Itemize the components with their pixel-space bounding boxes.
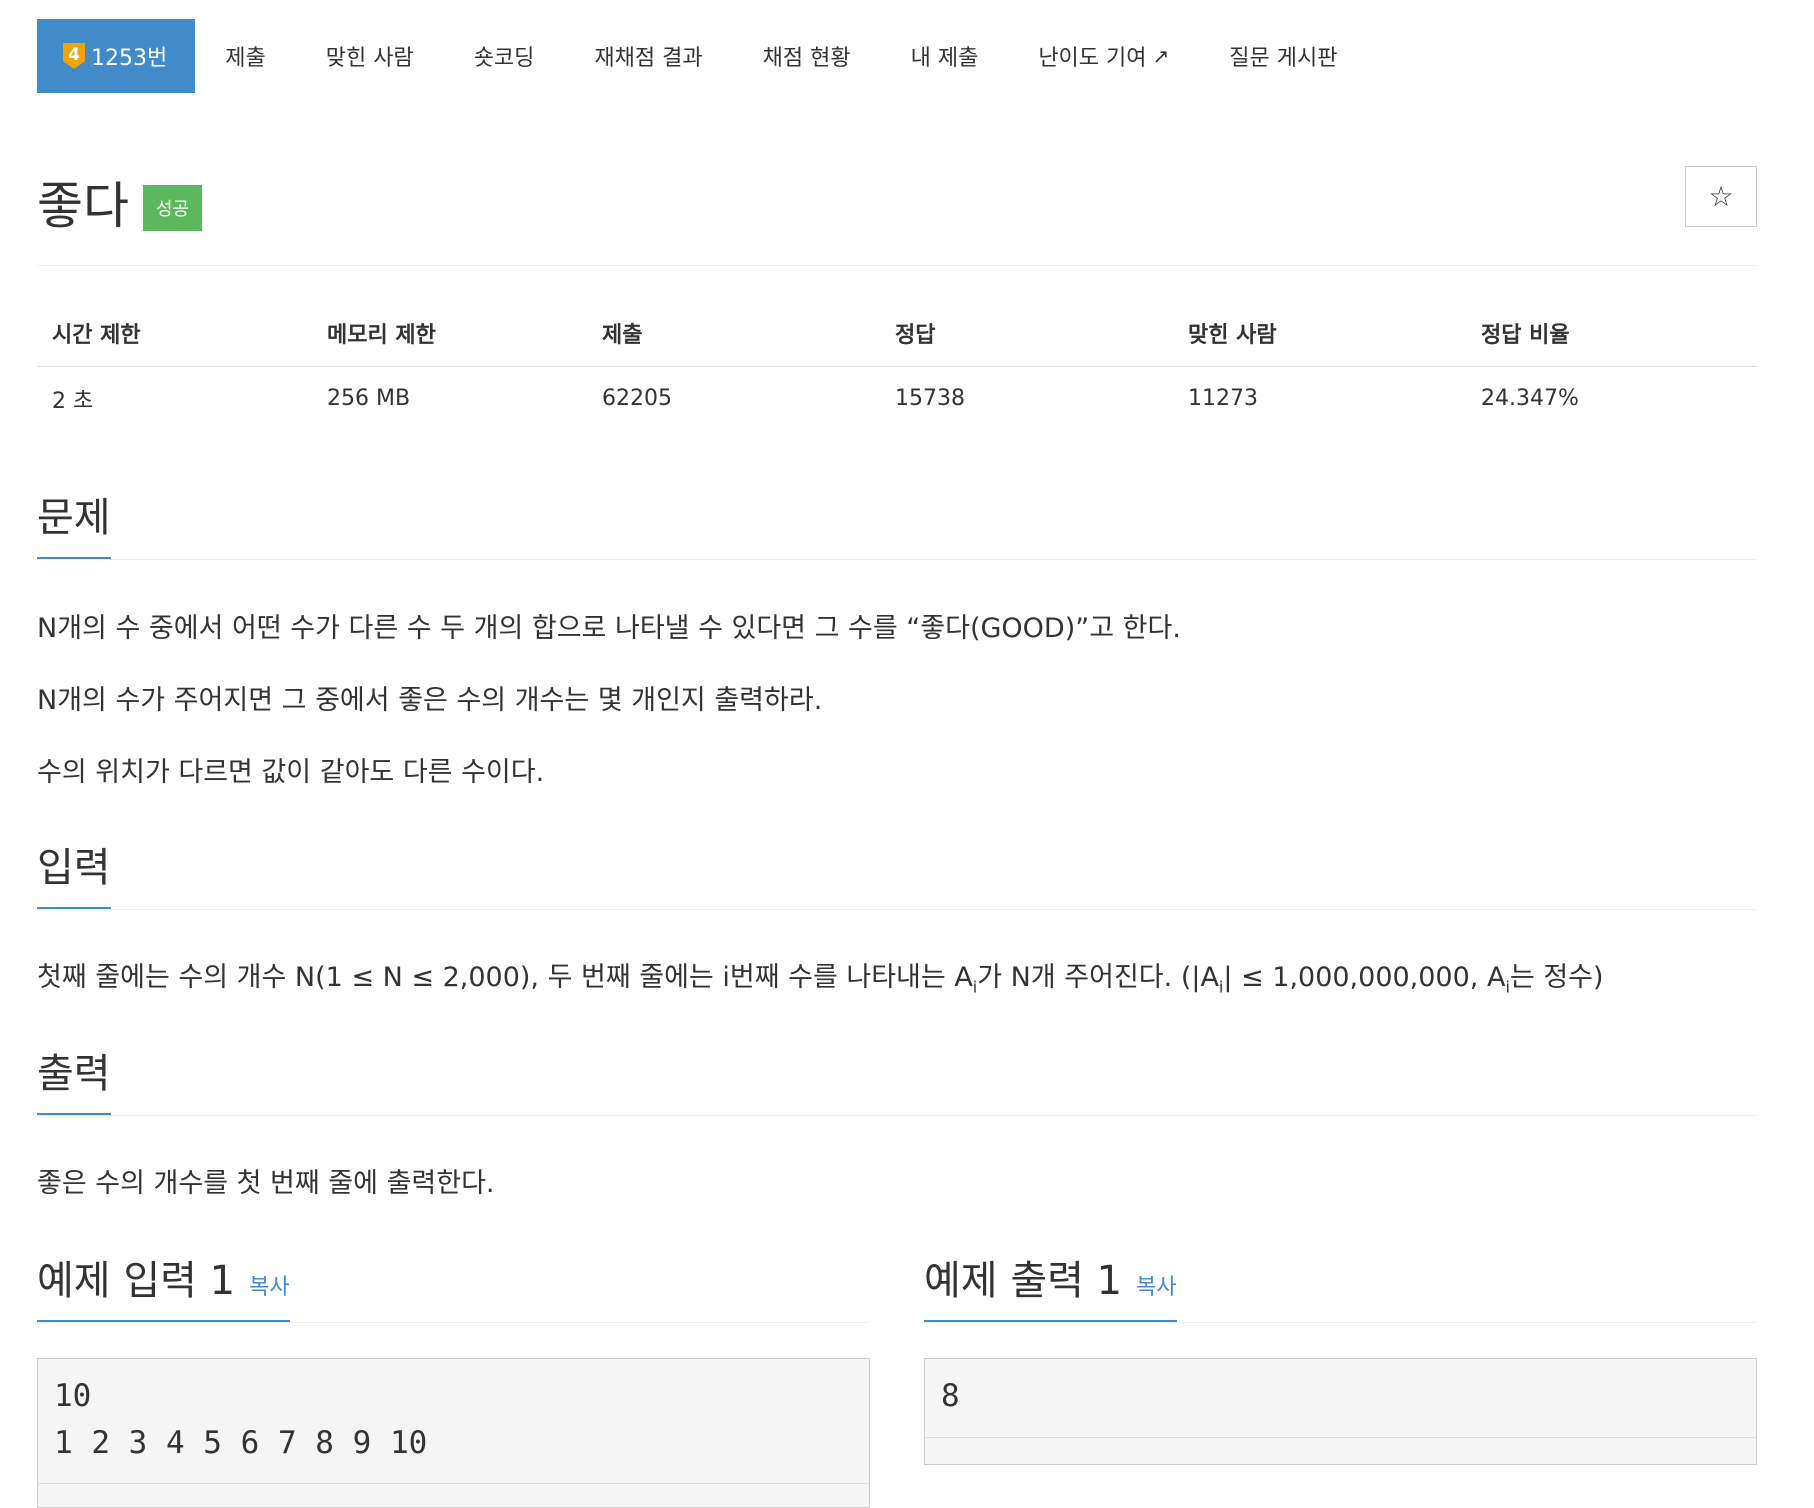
input-text-part: 는 정수) [1509, 962, 1604, 993]
input-text-part: 첫째 줄에는 수의 개수 N(1 ≤ N ≤ 2,000), 두 번째 줄에는 … [37, 962, 973, 993]
page-title: 좋다 [37, 177, 129, 235]
problem-line-2: N개의 수가 주어지면 그 중에서 좋은 수의 개수는 몇 개인지 출력하라. [37, 685, 823, 716]
copy-output-button[interactable]: 복사 [1136, 1275, 1176, 1300]
sample-input-line: 10 [54, 1378, 92, 1414]
memory-limit-value: 256 MB [327, 386, 411, 411]
problem-info-table: 시간 제한 메모리 제한 제출 정답 맞힌 사람 정답 비율 2 초 256 M… [37, 300, 1757, 430]
tab-board[interactable]: 질문 게시판 [1199, 19, 1367, 93]
problem-section-heading: 문제 [37, 485, 1757, 560]
header-ratio: 정답 비율 [1481, 323, 1570, 348]
title-row: 좋다 성공 [37, 166, 203, 238]
divider [37, 1322, 870, 1323]
sample-output-heading: 예제 출력 1 복사 [924, 1248, 1757, 1323]
table-row: 2 초 256 MB 62205 15738 11273 24.347% [37, 367, 1757, 430]
sample-output-box: 8 [924, 1358, 1757, 1465]
divider [925, 1437, 1756, 1438]
divider [37, 909, 1757, 910]
tab-my-submissions[interactable]: 내 제출 [881, 19, 1009, 93]
tab-difficulty[interactable]: 난이도 기여 ↗ [1008, 19, 1199, 93]
tab-board-label: 질문 게시판 [1229, 46, 1338, 71]
copy-input-button[interactable]: 복사 [249, 1275, 289, 1300]
header-accepted: 정답 [895, 323, 936, 348]
input-description: 첫째 줄에는 수의 개수 N(1 ≤ N ≤ 2,000), 두 번째 줄에는 … [37, 955, 1604, 996]
tab-problem[interactable]: 4 1253번 [37, 19, 196, 93]
star-icon: ☆ [1708, 180, 1734, 213]
sample-output-line: 8 [941, 1378, 960, 1414]
sample-output-label: 예제 출력 1 [924, 1258, 1123, 1304]
tab-submit-label: 제출 [225, 46, 266, 71]
tab-my-submissions-label: 내 제출 [910, 46, 979, 71]
table-header-row: 시간 제한 메모리 제한 제출 정답 맞힌 사람 정답 비율 [37, 300, 1757, 367]
problem-heading: 문제 [37, 485, 111, 560]
submissions-value: 62205 [602, 386, 672, 411]
sample-input-title: 예제 입력 1 복사 [37, 1248, 290, 1323]
solvers-value: 11273 [1188, 386, 1258, 411]
problem-nav: 4 1253번 제출 맞힌 사람 숏코딩 재채점 결과 채점 현황 내 제출 난… [37, 19, 1367, 93]
input-section-heading: 입력 [37, 835, 1757, 910]
accepted-value: 15738 [895, 386, 965, 411]
divider [37, 265, 1757, 266]
tab-submit[interactable]: 제출 [195, 19, 295, 93]
header-submissions: 제출 [602, 323, 643, 348]
output-heading: 출력 [37, 1041, 111, 1116]
tab-solvers-label: 맞힌 사람 [325, 46, 414, 71]
header-memory-limit: 메모리 제한 [327, 323, 436, 348]
input-text-part: | ≤ 1,000,000,000, A [1223, 962, 1506, 993]
status-badge: 성공 [143, 185, 203, 231]
tab-status-label: 채점 현황 [762, 46, 851, 71]
header-solvers: 맞힌 사람 [1188, 323, 1277, 348]
output-description: 좋은 수의 개수를 첫 번째 줄에 출력한다. [37, 1168, 495, 1199]
header-time-limit: 시간 제한 [52, 323, 141, 348]
tab-difficulty-label: 난이도 기여 [1038, 46, 1147, 71]
sample-input-label: 예제 입력 1 [37, 1258, 236, 1304]
time-limit-value: 2 초 [52, 388, 94, 414]
divider [37, 559, 1757, 560]
sample-input-heading: 예제 입력 1 복사 [37, 1248, 870, 1323]
sample-input-line: 1 2 3 4 5 6 7 8 9 10 [54, 1425, 428, 1461]
tab-rejudge[interactable]: 재채점 결과 [564, 19, 732, 93]
favorite-button[interactable]: ☆ [1685, 166, 1757, 227]
input-text-part: 가 N개 주어진다. (|A [977, 962, 1219, 993]
tab-status[interactable]: 채점 현황 [733, 19, 881, 93]
output-section-heading: 출력 [37, 1041, 1757, 1116]
ratio-value: 24.347% [1481, 386, 1579, 411]
sample-input-box: 10 1 2 3 4 5 6 7 8 9 10 [37, 1358, 870, 1508]
problem-line-3: 수의 위치가 다르면 값이 같아도 다른 수이다. [37, 757, 545, 788]
input-heading: 입력 [37, 835, 111, 910]
divider [924, 1322, 1757, 1323]
tab-solvers[interactable]: 맞힌 사람 [296, 19, 444, 93]
sample-output-title: 예제 출력 1 복사 [924, 1248, 1177, 1323]
tier-badge-icon: 4 [63, 43, 85, 69]
tab-shortcoding-label: 숏코딩 [473, 46, 535, 71]
problem-line-1: N개의 수 중에서 어떤 수가 다른 수 두 개의 합으로 나타낼 수 있다면 … [37, 613, 1181, 644]
divider [37, 1115, 1757, 1116]
tab-rejudge-label: 재채점 결과 [594, 46, 703, 71]
tab-problem-label: 1253번 [91, 46, 168, 71]
tab-shortcoding[interactable]: 숏코딩 [444, 19, 565, 93]
external-link-icon: ↗ [1152, 44, 1170, 68]
divider [38, 1483, 869, 1484]
